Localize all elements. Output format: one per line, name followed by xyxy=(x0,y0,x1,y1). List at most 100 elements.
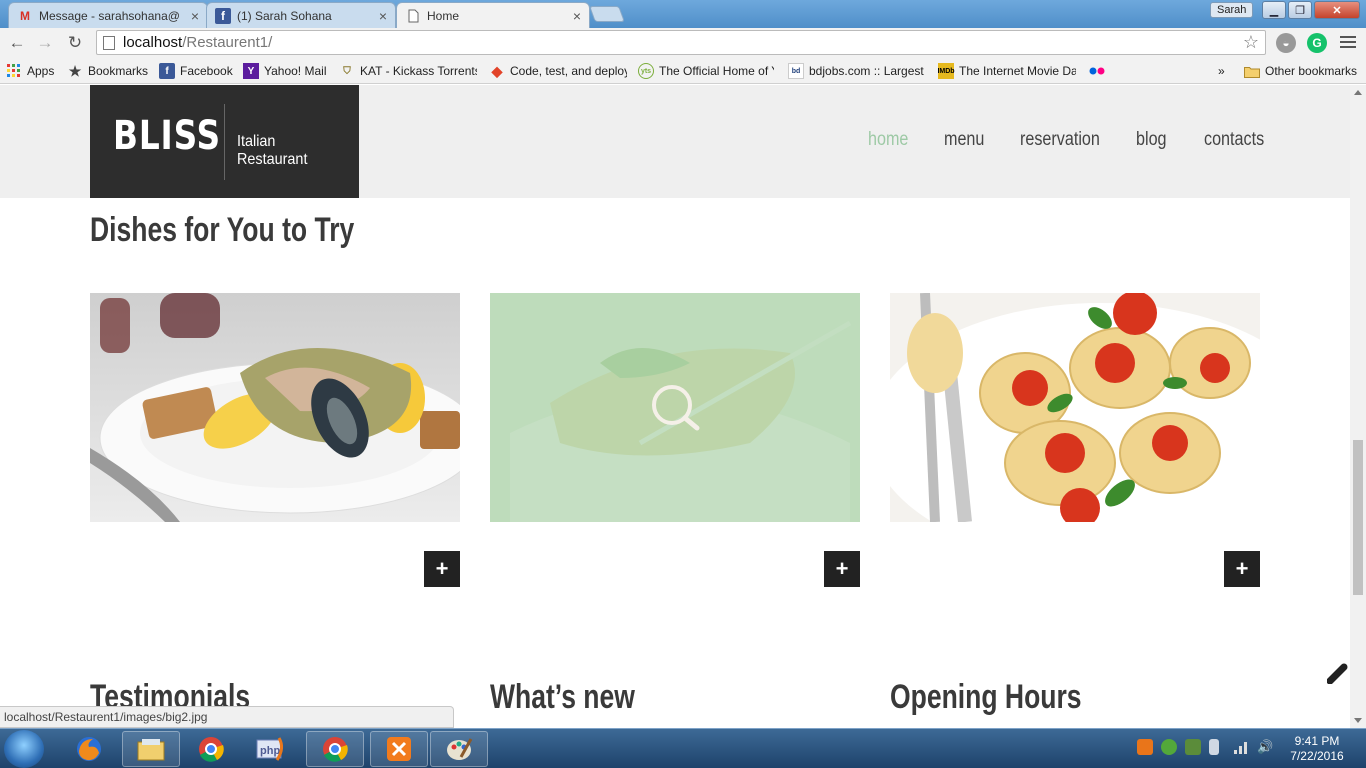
firefox-icon[interactable] xyxy=(60,731,118,767)
bookmark-label: Yahoo! Mail xyxy=(264,64,327,78)
minimize-button[interactable]: ▁ xyxy=(1262,1,1286,19)
dish-more-button[interactable]: + xyxy=(424,551,460,587)
signal-icon[interactable] xyxy=(1233,739,1249,755)
tab-label: (1) Sarah Sohana xyxy=(237,8,332,23)
scroll-down-arrow-icon[interactable] xyxy=(1354,718,1362,723)
close-window-button[interactable]: ✕ xyxy=(1314,1,1360,19)
bookmarks-overflow-button[interactable]: » xyxy=(1218,62,1225,80)
site-header: BLISS Italian Restaurant home menu reser… xyxy=(0,85,1350,198)
back-icon[interactable]: ← xyxy=(6,32,28,54)
status-bar-url: localhost/Restaurent1/images/big2.jpg xyxy=(0,706,454,728)
new-tab-button[interactable] xyxy=(589,6,625,22)
bookmark-label: Other bookmarks xyxy=(1265,64,1358,78)
clock-time: 9:41 PM xyxy=(1294,734,1340,748)
utorrent-tray-icon[interactable] xyxy=(1161,739,1177,755)
bookmark-facebook[interactable]: f Facebook xyxy=(159,62,233,80)
bookmark-gitlab[interactable]: ◆ Code, test, and deploy xyxy=(489,62,627,80)
gmail-icon: M xyxy=(20,8,30,23)
yahoo-icon: Y xyxy=(243,63,259,79)
gitlab-icon: ◆ xyxy=(491,62,503,79)
address-bar[interactable]: localhost/Restaurent1/ ☆ xyxy=(96,30,1266,55)
bookmark-bdjobs[interactable]: bd bdjobs.com :: Largest xyxy=(788,62,924,80)
star-icon: ★ xyxy=(68,62,82,79)
bookmark-yts[interactable]: yts The Official Home of Y xyxy=(638,62,774,80)
dish-image-spaghetti[interactable] xyxy=(890,293,1260,522)
bookmark-label: The Official Home of Y xyxy=(659,64,774,78)
dish-image-dessert[interactable] xyxy=(490,293,860,522)
bookmark-label: The Internet Movie Da xyxy=(959,64,1076,78)
profile-button[interactable]: Sarah xyxy=(1210,2,1254,18)
browser-tab-strip: M Message - sarahsohana@ × f (1) Sarah S… xyxy=(0,0,1366,28)
page-icon xyxy=(103,35,115,50)
dish-more-button[interactable]: + xyxy=(824,551,860,587)
chrome-window-icon[interactable] xyxy=(306,731,364,767)
logo-divider xyxy=(224,104,225,180)
network-share-tray-icon[interactable] xyxy=(1185,739,1201,755)
volume-icon[interactable]: 🔊 xyxy=(1257,739,1273,755)
close-icon[interactable]: × xyxy=(191,8,199,24)
chrome-icon[interactable] xyxy=(182,731,240,767)
chrome-menu-icon[interactable] xyxy=(1340,34,1356,50)
scroll-up-arrow-icon[interactable] xyxy=(1354,90,1362,95)
bookmark-apps[interactable]: Apps xyxy=(6,62,54,80)
dish-image-salad[interactable] xyxy=(90,293,460,522)
php-icon[interactable]: php xyxy=(242,731,300,767)
xampp-tray-icon[interactable] xyxy=(1137,739,1153,755)
grammarly-icon[interactable]: G xyxy=(1307,33,1327,53)
brand-tagline: Italian Restaurant xyxy=(237,133,308,168)
facebook-icon: f xyxy=(215,7,231,24)
close-icon[interactable]: × xyxy=(573,8,581,24)
tab-home[interactable]: Home × xyxy=(396,2,590,28)
bookmark-star-icon[interactable]: ☆ xyxy=(1243,32,1259,53)
tab-facebook[interactable]: f (1) Sarah Sohana × xyxy=(206,2,396,28)
site-logo[interactable]: BLISS Italian Restaurant xyxy=(90,85,359,198)
apps-grid-icon xyxy=(6,63,22,79)
pen-icon[interactable] xyxy=(1327,662,1349,684)
bookmark-kat[interactable]: ⛉ KAT - Kickass Torrents xyxy=(339,62,477,80)
kat-icon: ⛉ xyxy=(343,65,351,77)
start-button[interactable] xyxy=(4,730,44,768)
bookmark-label: bdjobs.com :: Largest xyxy=(809,64,924,78)
url-path: /Restaurent1/ xyxy=(182,34,273,51)
bookmark-flickr[interactable] xyxy=(1089,62,1110,80)
paint-icon[interactable] xyxy=(430,731,488,767)
file-explorer-icon[interactable] xyxy=(122,731,180,767)
bookmark-imdb[interactable]: IMDb The Internet Movie Da xyxy=(938,62,1076,80)
bookmark-label: KAT - Kickass Torrents xyxy=(360,64,477,78)
yts-icon: yts xyxy=(638,63,654,79)
folder-icon xyxy=(1244,63,1260,79)
url-host: localhost xyxy=(123,34,183,51)
extension-icon[interactable]: ◒ xyxy=(1276,33,1296,53)
close-icon[interactable]: × xyxy=(379,8,387,24)
reload-icon[interactable]: ↻ xyxy=(64,32,86,54)
dishes-title: Dishes for You to Try xyxy=(90,211,355,249)
nav-contacts[interactable]: contacts xyxy=(1204,129,1264,151)
nav-menu[interactable]: menu xyxy=(944,129,984,151)
flickr-icon xyxy=(1089,63,1105,79)
bookmark-label: Bookmarks xyxy=(88,64,149,78)
maximize-button[interactable]: ❐ xyxy=(1288,1,1312,19)
browser-toolbar: ← → ↻ localhost/Restaurent1/ ☆ ◒ G xyxy=(0,28,1366,58)
imdb-icon: IMDb xyxy=(938,63,955,79)
svg-text:php: php xyxy=(260,745,280,757)
bookmark-bookmarks[interactable]: ★ Bookmarks xyxy=(67,62,148,80)
forward-icon[interactable]: → xyxy=(34,32,56,54)
bookmarks-bar: Apps ★ Bookmarks f Facebook Y Yahoo! Mai… xyxy=(0,58,1366,84)
page-scrollbar[interactable] xyxy=(1350,85,1366,728)
nav-blog[interactable]: blog xyxy=(1136,129,1167,151)
nav-home[interactable]: home xyxy=(868,129,908,151)
battery-icon[interactable] xyxy=(1209,739,1219,755)
bookmark-other[interactable]: Other bookmarks xyxy=(1244,62,1357,80)
scrollbar-thumb[interactable] xyxy=(1353,440,1363,595)
bookmark-yahoo-mail[interactable]: Y Yahoo! Mail xyxy=(243,62,326,80)
bookmark-label: Facebook xyxy=(180,64,233,78)
bookmark-label: Apps xyxy=(27,64,55,78)
dish-more-button[interactable]: + xyxy=(1224,551,1260,587)
system-clock[interactable]: 9:41 PM 7/22/2016 xyxy=(1282,734,1352,764)
nav-reservation[interactable]: reservation xyxy=(1020,129,1100,151)
whats-new-title: What’s new xyxy=(490,678,635,716)
brand-name: BLISS xyxy=(113,113,221,159)
xampp-icon[interactable] xyxy=(370,731,428,767)
tab-gmail[interactable]: M Message - sarahsohana@ × xyxy=(8,2,208,28)
page-icon xyxy=(405,8,421,24)
